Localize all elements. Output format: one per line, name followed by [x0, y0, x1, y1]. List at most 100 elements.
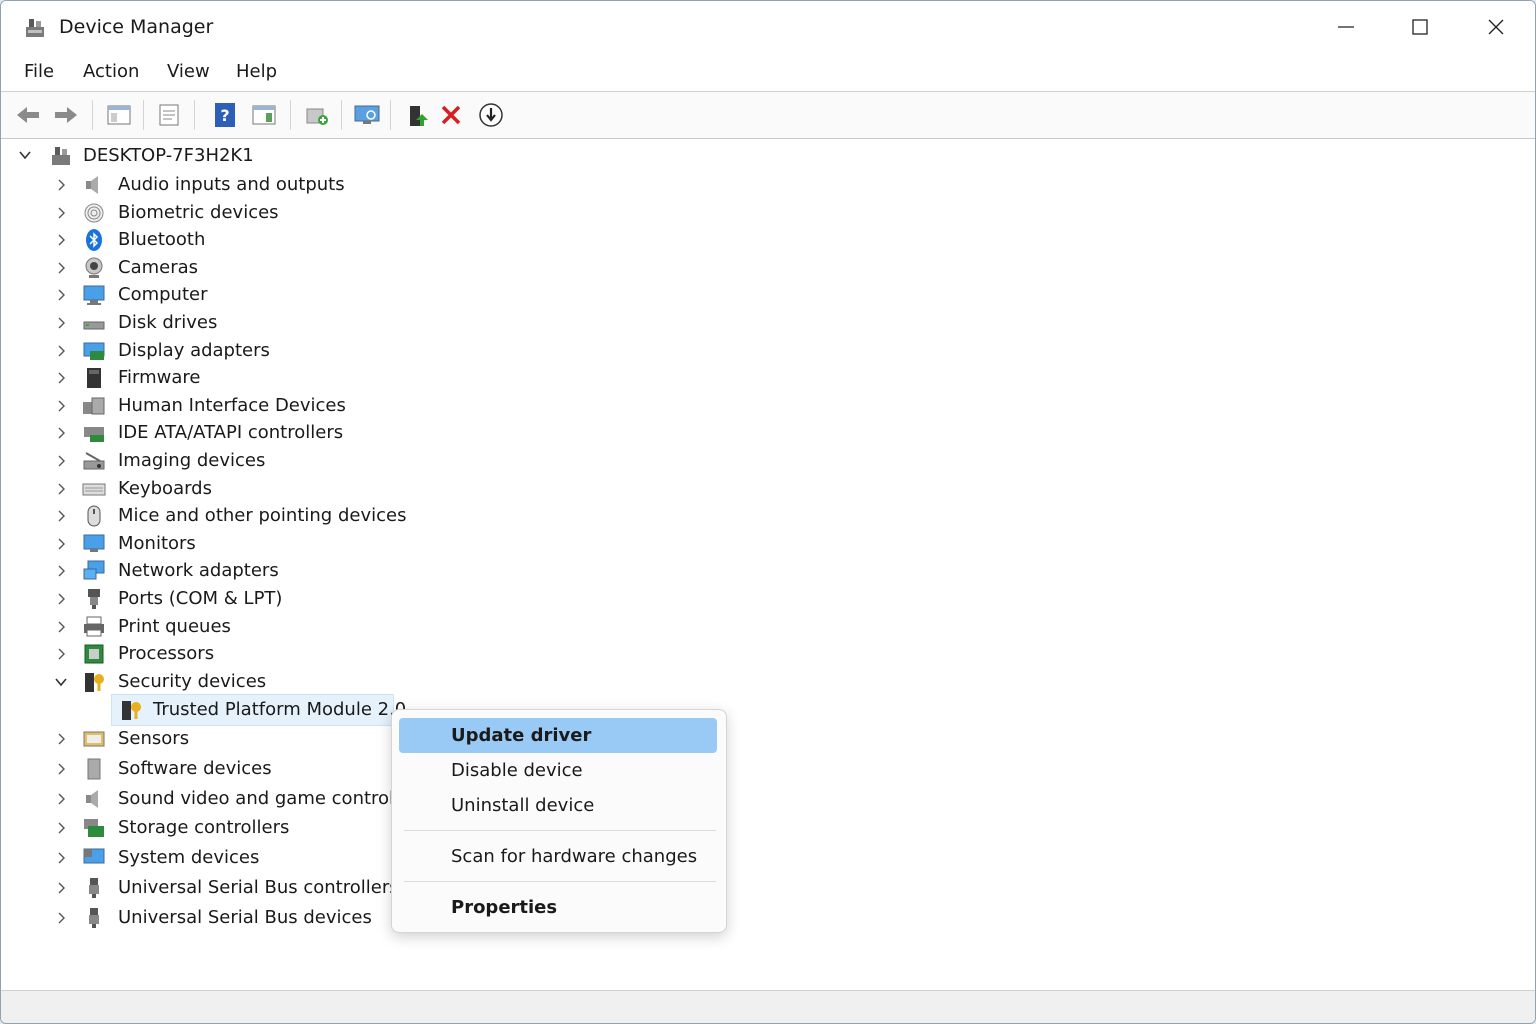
- action-pane-button[interactable]: [248, 99, 280, 131]
- tree-category-label[interactable]: Keyboards: [118, 478, 212, 499]
- scan-hardware-button[interactable]: [351, 99, 383, 131]
- context-item-label: Update driver: [451, 725, 592, 746]
- expand-chevron[interactable]: [53, 850, 69, 866]
- chevron-down-icon: [19, 151, 31, 160]
- expand-chevron[interactable]: [53, 260, 69, 276]
- expand-chevron[interactable]: [53, 177, 69, 193]
- tree-root-label[interactable]: DESKTOP-7F3H2K1: [83, 145, 254, 166]
- tree-category-label[interactable]: Security devices: [118, 671, 266, 692]
- close-button[interactable]: [1459, 1, 1533, 53]
- bluetooth-icon: [86, 229, 102, 252]
- tree-category-label[interactable]: Biometric devices: [118, 202, 279, 223]
- expand-chevron[interactable]: [53, 425, 69, 441]
- expand-chevron[interactable]: [53, 398, 69, 414]
- expand-chevron[interactable]: [53, 232, 69, 248]
- tree-category-label[interactable]: Print queues: [118, 616, 231, 637]
- tree-category-label[interactable]: IDE ATA/ATAPI controllers: [118, 422, 343, 443]
- tree-category-label[interactable]: Computer: [118, 284, 207, 305]
- tree-category-label[interactable]: System devices: [118, 847, 259, 868]
- expand-chevron[interactable]: [53, 287, 69, 303]
- expand-chevron[interactable]: [53, 880, 69, 896]
- speaker-icon: [86, 789, 98, 808]
- printer-icon: [84, 616, 104, 637]
- add-legacy-hardware-button[interactable]: [301, 99, 333, 131]
- tree-category-label[interactable]: Imaging devices: [118, 450, 265, 471]
- update-driver-button[interactable]: [401, 99, 433, 131]
- expand-chevron[interactable]: [53, 591, 69, 607]
- collapse-chevron[interactable]: [17, 147, 33, 163]
- tree-category-label[interactable]: Display adapters: [118, 340, 270, 361]
- hid-icon: [83, 397, 105, 415]
- close-icon: [1488, 19, 1504, 35]
- chevron-right-icon: [58, 207, 65, 219]
- help-button[interactable]: ?: [209, 99, 241, 131]
- expand-chevron[interactable]: [53, 619, 69, 635]
- forward-icon: [55, 107, 77, 123]
- sensor-icon: [83, 731, 105, 747]
- tree-category-label[interactable]: Sound video and game controllers: [118, 788, 427, 809]
- tree-category-label[interactable]: Network adapters: [118, 560, 279, 581]
- tree-category-label[interactable]: Mice and other pointing devices: [118, 505, 406, 526]
- mouse-icon: [87, 505, 101, 527]
- tree-category-label[interactable]: Human Interface Devices: [118, 395, 346, 416]
- tree-category-label[interactable]: Audio inputs and outputs: [118, 174, 345, 195]
- tree-category-label[interactable]: Storage controllers: [118, 817, 289, 838]
- menu-file[interactable]: File: [24, 61, 54, 82]
- expand-chevron[interactable]: [53, 453, 69, 469]
- tree-category-label[interactable]: Universal Serial Bus controllers: [118, 877, 399, 898]
- collapse-chevron[interactable]: [53, 674, 69, 690]
- context-properties[interactable]: Properties: [399, 890, 717, 925]
- disable-device-button[interactable]: [475, 99, 507, 131]
- usb-icon: [89, 878, 99, 898]
- expand-chevron[interactable]: [53, 536, 69, 552]
- back-button[interactable]: [12, 99, 44, 131]
- properties-button[interactable]: [153, 99, 185, 131]
- chevron-right-icon: [58, 822, 65, 834]
- context-update-driver[interactable]: Update driver: [399, 718, 717, 753]
- tpm-icon: [122, 701, 141, 720]
- expand-chevron[interactable]: [53, 481, 69, 497]
- expand-chevron[interactable]: [53, 910, 69, 926]
- action-pane-icon: [252, 105, 276, 125]
- expand-chevron[interactable]: [53, 343, 69, 359]
- menu-view[interactable]: View: [167, 61, 210, 82]
- expand-chevron[interactable]: [53, 205, 69, 221]
- expand-chevron[interactable]: [53, 646, 69, 662]
- tree-category-label[interactable]: Firmware: [118, 367, 201, 388]
- maximize-button[interactable]: [1383, 1, 1457, 53]
- menu-action[interactable]: Action: [83, 61, 139, 82]
- expand-chevron[interactable]: [53, 820, 69, 836]
- security-device-icon: [85, 672, 104, 692]
- context-separator: [404, 881, 716, 882]
- minimize-button[interactable]: [1309, 1, 1383, 53]
- context-scan-hardware[interactable]: Scan for hardware changes: [399, 839, 717, 874]
- menu-help[interactable]: Help: [236, 61, 277, 82]
- tree-category-label[interactable]: Ports (COM & LPT): [118, 588, 282, 609]
- context-disable-device[interactable]: Disable device: [399, 753, 717, 788]
- tree-category-label[interactable]: Disk drives: [118, 312, 217, 333]
- show-hide-console-tree-button[interactable]: [103, 99, 135, 131]
- expand-chevron[interactable]: [53, 731, 69, 747]
- tree-category-label[interactable]: Bluetooth: [118, 229, 205, 250]
- expand-chevron[interactable]: [53, 508, 69, 524]
- forward-button[interactable]: [50, 99, 82, 131]
- tree-category-label[interactable]: Processors: [118, 643, 214, 664]
- context-uninstall-device[interactable]: Uninstall device: [399, 788, 717, 823]
- tree-category-label[interactable]: Monitors: [118, 533, 196, 554]
- expand-chevron[interactable]: [53, 370, 69, 386]
- chevron-right-icon: [58, 483, 65, 495]
- keyboard-icon: [82, 483, 106, 496]
- display-adapter-icon: [83, 342, 105, 360]
- expand-chevron[interactable]: [53, 761, 69, 777]
- tree-category-label[interactable]: Cameras: [118, 257, 198, 278]
- tree-category-label[interactable]: Sensors: [118, 728, 189, 749]
- tree-category-label[interactable]: Software devices: [118, 758, 272, 779]
- tree-item-tpm[interactable]: Trusted Platform Module 2.0: [153, 699, 406, 720]
- svg-text:?: ?: [220, 106, 229, 125]
- uninstall-button[interactable]: [435, 99, 467, 131]
- tree-category-label[interactable]: Universal Serial Bus devices: [118, 907, 372, 928]
- title-bar: Device Manager: [1, 1, 1535, 53]
- expand-chevron[interactable]: [53, 563, 69, 579]
- expand-chevron[interactable]: [53, 315, 69, 331]
- expand-chevron[interactable]: [53, 791, 69, 807]
